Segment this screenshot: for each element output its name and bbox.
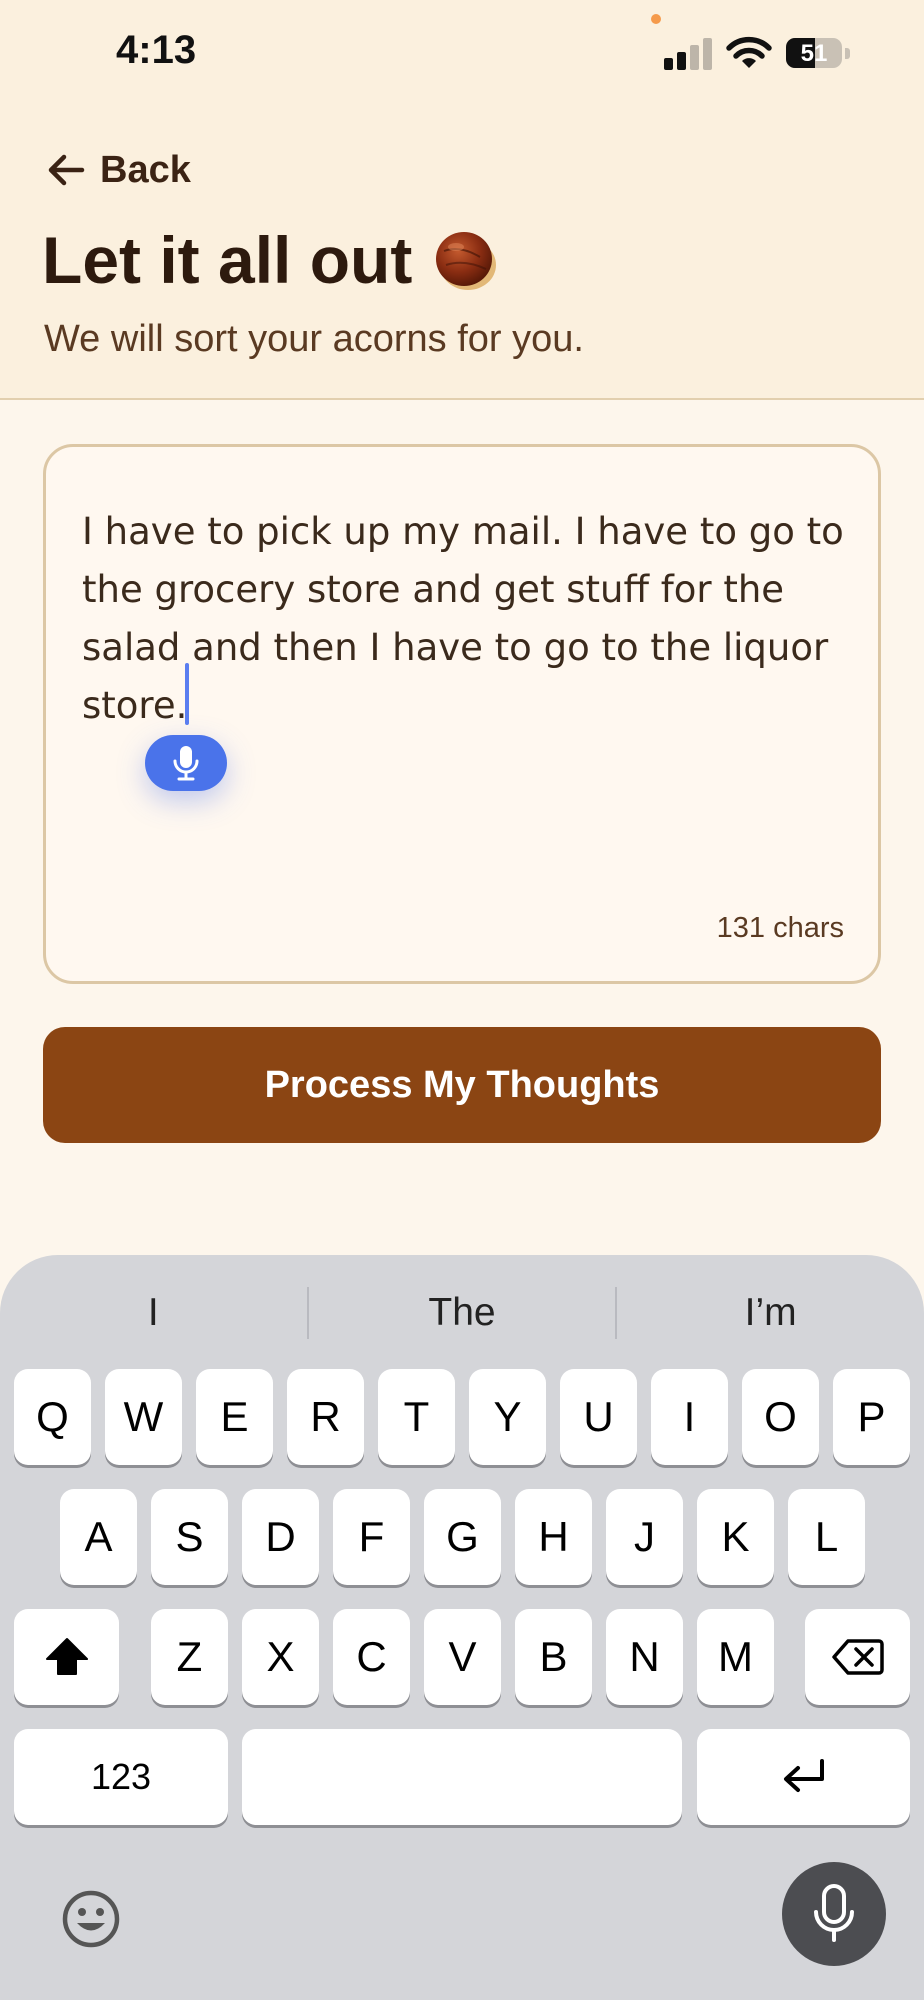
key-o[interactable]: O [742,1369,819,1465]
key-a[interactable]: A [60,1489,137,1585]
char-count: 131 chars [716,912,844,944]
battery-icon: 51 [786,38,842,68]
key-v[interactable]: V [424,1609,501,1705]
shift-key[interactable] [14,1609,119,1705]
thoughts-textarea[interactable]: I have to pick up my mail. I have to go … [43,444,881,984]
key-x[interactable]: X [242,1609,319,1705]
key-y[interactable]: Y [469,1369,546,1465]
shift-icon [45,1638,88,1675]
text-cursor [185,663,189,725]
status-time: 4:13 [116,28,197,72]
thoughts-text[interactable]: I have to pick up my mail. I have to go … [82,503,862,735]
key-u[interactable]: U [560,1369,637,1465]
page-title: Let it all out [42,223,413,297]
key-w[interactable]: W [105,1369,182,1465]
page-subtitle: We will sort your acorns for you. [44,318,584,360]
suggestion-item[interactable]: I’m [617,1291,924,1335]
key-s[interactable]: S [151,1489,228,1585]
cellular-signal-icon [664,36,714,70]
key-r[interactable]: R [287,1369,364,1465]
battery-level: 51 [800,40,828,67]
key-g[interactable]: G [424,1489,501,1585]
process-thoughts-button[interactable]: Process My Thoughts [43,1027,881,1143]
key-p[interactable]: P [833,1369,910,1465]
delete-key[interactable] [805,1609,910,1705]
dictation-button[interactable] [145,735,227,791]
back-label: Back [100,148,191,191]
suggestion-item[interactable]: I [0,1291,307,1335]
back-button[interactable]: Back [46,146,191,194]
keyboard-dictation-button[interactable] [782,1862,886,1966]
key-d[interactable]: D [242,1489,319,1585]
page-title-row: Let it all out [42,222,500,298]
key-i[interactable]: I [651,1369,728,1465]
key-t[interactable]: T [378,1369,455,1465]
numbers-key[interactable]: 123 [14,1729,228,1825]
wifi-icon [726,36,772,68]
key-h[interactable]: H [515,1489,592,1585]
header: 4:13 51 Back Let it all out We will sort… [0,0,924,400]
microphone-icon [814,1884,854,1942]
keyboard: I The I’m Q W E R T Y U I O P A S D F G … [0,1255,924,2000]
return-key[interactable] [697,1729,910,1825]
return-icon [783,1759,824,1792]
key-q[interactable]: Q [14,1369,91,1465]
suggestion-item[interactable]: The [309,1291,616,1335]
key-c[interactable]: C [333,1609,410,1705]
key-b[interactable]: B [515,1609,592,1705]
acorn-icon [436,232,497,290]
key-z[interactable]: Z [151,1609,228,1705]
key-n[interactable]: N [606,1609,683,1705]
microphone-icon [173,746,199,781]
key-f[interactable]: F [333,1489,410,1585]
battery-tip [845,48,850,59]
emoji-icon[interactable] [56,1884,126,1954]
arrow-left-icon [48,154,85,186]
space-key[interactable] [242,1729,682,1825]
key-l[interactable]: L [788,1489,865,1585]
key-e[interactable]: E [196,1369,273,1465]
suggestion-bar: I The I’m [0,1285,924,1341]
privacy-indicator-dot [651,14,661,24]
key-j[interactable]: J [606,1489,683,1585]
key-k[interactable]: K [697,1489,774,1585]
backspace-icon [831,1639,884,1675]
key-m[interactable]: M [697,1609,774,1705]
